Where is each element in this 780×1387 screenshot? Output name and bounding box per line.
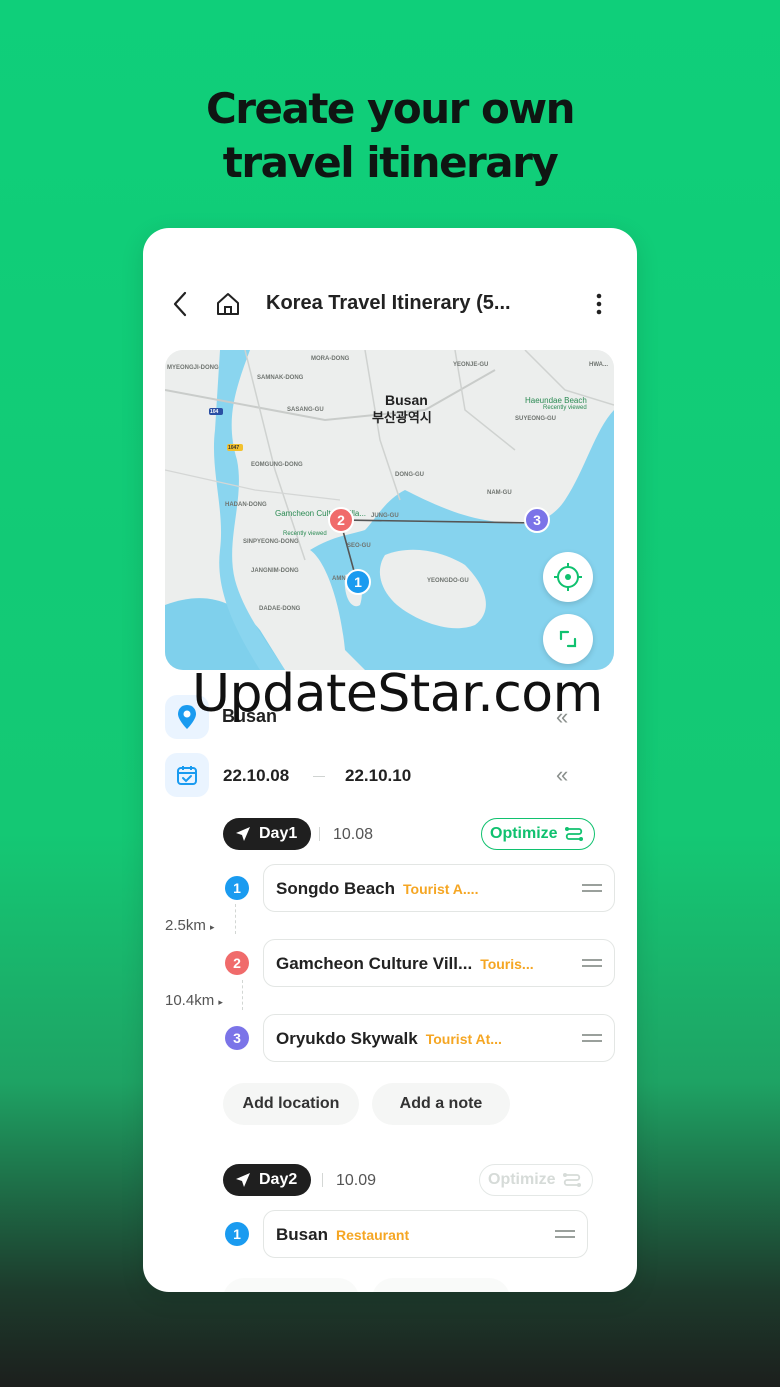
day-1-date: 10.08	[333, 826, 374, 843]
day-1-pill[interactable]: Day1	[223, 818, 312, 850]
add-note-button[interactable]: Add a note	[372, 1083, 510, 1125]
day-1-label: Day1	[259, 825, 298, 842]
place-category: Restaurant	[335, 1227, 410, 1243]
add-location-button[interactable]: Add location	[223, 1083, 359, 1125]
headline-line-2: travel itinerary	[222, 138, 559, 187]
optimize-label: Optimize	[490, 825, 558, 842]
place-card-oryukdo[interactable]: Oryukdo Skywalk Tourist At...	[263, 1014, 615, 1062]
map-marker-3[interactable]: 3	[524, 507, 550, 533]
day-2-pill[interactable]: Day2	[223, 1164, 312, 1196]
optimize-label: Optimize	[488, 1171, 556, 1188]
map-label-haeundae: Haeundae Beach	[525, 396, 587, 405]
place-number-2: 2	[225, 951, 249, 975]
map-city-ko: 부산광역시	[372, 410, 432, 425]
distance-2: 10.4km ▸	[165, 992, 223, 1009]
map-city-en: Busan	[385, 392, 428, 408]
map-label-recently-1: Recently viewed	[543, 405, 587, 411]
expand-icon[interactable]	[543, 614, 593, 664]
send-icon	[236, 1173, 250, 1187]
route-map[interactable]: 104 1047 MORA-DONG SAMNAK-DONG YEONJE-GU…	[165, 350, 614, 670]
place-number-1-day2: 1	[225, 1222, 249, 1246]
place-name: Busan	[276, 1225, 328, 1244]
end-date[interactable]: 22.10.10	[345, 766, 411, 786]
day-2-label: Day2	[259, 1171, 298, 1188]
calendar-icon	[165, 753, 209, 797]
send-icon	[236, 827, 250, 841]
place-category: Tourist A....	[403, 881, 479, 897]
place-category: Tourist At...	[425, 1031, 502, 1047]
drag-handle-icon[interactable]	[582, 884, 602, 892]
drag-handle-icon[interactable]	[582, 959, 602, 967]
distance-1: 2.5km ▸	[165, 917, 215, 934]
start-date[interactable]: 22.10.08	[223, 766, 289, 786]
place-number-1: 1	[225, 876, 249, 900]
crosshair-icon[interactable]	[543, 552, 593, 602]
place-name: Gamcheon Culture Vill...	[276, 954, 473, 973]
connector	[235, 904, 236, 934]
map-marker-2[interactable]: 2	[328, 507, 354, 533]
headline-line-1: Create your own	[205, 84, 576, 133]
map-label-eomgung: EOMGUNG-DONG	[251, 462, 303, 468]
map-marker-1[interactable]: 1	[345, 569, 371, 595]
map-label-jung: JUNG-GU	[371, 513, 399, 519]
connector	[242, 980, 243, 1010]
headline: Create your own travel itinerary	[0, 82, 780, 190]
place-card-busan[interactable]: Busan Restaurant	[263, 1210, 588, 1258]
divider	[322, 1173, 323, 1187]
place-category: Touris...	[480, 956, 534, 972]
map-label-sasang: SASANG-GU	[287, 407, 324, 413]
place-number-3: 3	[225, 1026, 249, 1050]
map-label-samnak: SAMNAK-DONG	[257, 375, 304, 381]
place-card-gamcheon[interactable]: Gamcheon Culture Vill... Touris...	[263, 939, 615, 987]
date-separator	[313, 776, 325, 777]
map-label-dong: DONG-GU	[395, 472, 424, 478]
map-label-yeongdo: YEONGDO-GU	[427, 578, 469, 584]
place-name: Songdo Beach	[276, 879, 396, 898]
map-label-sinpyeong: SINPYEONG-DONG	[243, 539, 299, 545]
map-label-jangnim: JANGNIM-DONG	[251, 568, 299, 574]
home-icon[interactable]	[214, 290, 242, 318]
add-location-button-partial[interactable]	[223, 1278, 359, 1292]
map-label-myeongji: MYEONGJI-DONG	[167, 365, 219, 371]
map-label-seogu: SEO-GU	[347, 543, 371, 549]
phone-screen: Korea Travel Itinerary (5... 104 1047 MO…	[143, 228, 637, 1292]
road-label-1047: 1047	[228, 445, 240, 451]
drag-handle-icon[interactable]	[582, 1034, 602, 1042]
watermark: UpdateStar.com	[192, 664, 603, 724]
route-icon	[564, 827, 583, 841]
more-vertical-icon[interactable]	[589, 290, 609, 318]
place-name: Oryukdo Skywalk	[276, 1029, 418, 1048]
map-label-yeonje: YEONJE-GU	[453, 362, 489, 368]
place-card-songdo[interactable]: Songdo Beach Tourist A....	[263, 864, 615, 912]
add-note-button-partial[interactable]	[372, 1278, 510, 1292]
map-label-namgu: NAM-GU	[487, 490, 512, 496]
road-label-104: 104	[210, 409, 219, 415]
map-label-mora: MORA-DONG	[311, 356, 350, 362]
map-label-hwamyeong: HWA...	[589, 362, 608, 368]
optimize-button[interactable]: Optimize	[481, 818, 595, 850]
collapse-dates-icon[interactable]: «	[556, 762, 568, 788]
map-label-hadan: HADAN-DONG	[225, 502, 267, 508]
map-label-suyeong: SUYEONG-GU	[515, 416, 557, 422]
map-label-recently-2: Recently viewed	[283, 531, 327, 537]
divider	[319, 827, 320, 841]
optimize-button-disabled[interactable]: Optimize	[479, 1164, 593, 1196]
day-2-date: 10.09	[336, 1172, 377, 1189]
route-icon	[562, 1173, 581, 1187]
map-label-dadae: DADAE-DONG	[259, 606, 301, 612]
drag-handle-icon[interactable]	[555, 1230, 575, 1238]
page-title: Korea Travel Itinerary (5...	[266, 292, 511, 314]
chevron-left-icon[interactable]	[167, 290, 193, 318]
